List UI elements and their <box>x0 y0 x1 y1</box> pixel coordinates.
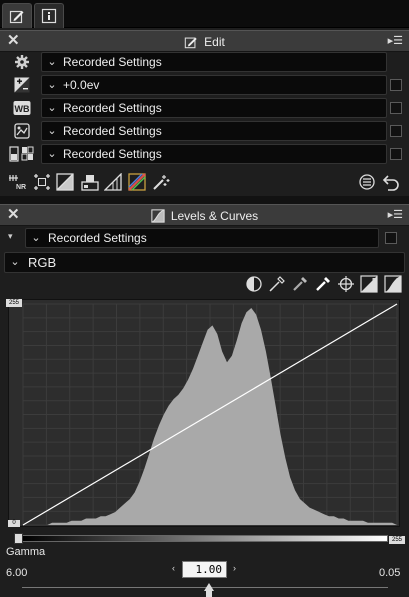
auto-lighting-value: Recorded Settings <box>63 147 162 161</box>
picture-style-value: Recorded Settings <box>63 124 162 138</box>
levels-preset-row: ▾ ⌄ Recorded Settings <box>0 227 409 249</box>
setting-row-white-balance: WB ⌄ Recorded Settings <box>0 97 409 119</box>
gamma-increase-arrow[interactable]: › <box>233 563 236 573</box>
gamma-slider-thumb-base[interactable] <box>206 591 212 597</box>
target-icon[interactable] <box>336 274 356 294</box>
gamma-min-label: 6.00 <box>6 567 28 579</box>
curve-reset-r2-icon[interactable]: R <box>383 274 403 294</box>
curve-tools-row: R R <box>0 273 409 295</box>
auto-lighting-checkbox[interactable] <box>390 148 402 160</box>
edit-tools-row: NR <box>0 170 409 194</box>
white-balance-checkbox[interactable] <box>390 102 402 114</box>
output-gradient-bar <box>22 535 388 542</box>
edit-panel-header: ✕ Edit ▸☰ <box>0 30 409 52</box>
reset-icon[interactable] <box>357 172 377 192</box>
picture-style-icon <box>13 122 31 140</box>
exposure-icon <box>13 76 31 94</box>
min-level-badge: 0 <box>8 520 20 527</box>
setting-row-auto-lighting: ⌄ Recorded Settings <box>0 143 409 165</box>
noise-reduction-icon[interactable]: NR <box>8 172 28 192</box>
crop-icon[interactable] <box>32 172 52 192</box>
gamma-slider-thumb[interactable] <box>204 583 214 591</box>
tone-curve-icon[interactable] <box>55 172 75 192</box>
reset-r2-label: R <box>396 277 402 286</box>
tab-strip <box>0 0 409 28</box>
channel-row: ⌄ RGB <box>0 251 409 273</box>
channel-dropdown[interactable] <box>4 252 405 273</box>
lens-correction-icon[interactable] <box>103 172 123 192</box>
wb-icon: WB <box>13 99 31 117</box>
undo-icon[interactable] <box>381 172 401 192</box>
black-point-handle[interactable] <box>14 533 23 544</box>
chevron-down-icon[interactable]: ⌄ <box>45 75 59 95</box>
chevron-down-icon[interactable]: ⌄ <box>45 52 59 72</box>
levels-panel-title: Levels & Curves <box>170 209 259 223</box>
picture-style-checkbox[interactable] <box>390 125 402 137</box>
tone-curve-graph[interactable] <box>8 299 400 527</box>
chevron-down-icon[interactable]: ⌄ <box>29 228 43 248</box>
dust-delete-icon[interactable] <box>151 172 171 192</box>
stamp-icon[interactable] <box>80 172 100 192</box>
nr-label: NR <box>16 184 26 191</box>
max-level-badge: 255 <box>6 299 22 307</box>
setting-row-general: ⌄ Recorded Settings <box>0 51 409 73</box>
black-eyedropper-icon[interactable] <box>267 274 287 294</box>
gray-eyedropper-icon[interactable] <box>290 274 310 294</box>
white-level-badge[interactable]: 255 <box>389 536 405 544</box>
white-eyedropper-icon[interactable] <box>313 274 333 294</box>
contrast-icon[interactable] <box>244 274 264 294</box>
setting-row-exposure: ⌄ +0.0ev <box>0 74 409 96</box>
chevron-down-icon[interactable]: ⌄ <box>45 121 59 141</box>
gamma-label: Gamma <box>6 546 46 558</box>
channel-value: RGB <box>28 255 57 270</box>
info-icon <box>41 8 57 24</box>
chevron-down-icon[interactable]: ⌄ <box>45 144 59 164</box>
tone-curve-icon <box>151 209 165 223</box>
panel-separator <box>0 196 409 204</box>
tab-info[interactable] <box>34 3 64 28</box>
chevron-down-icon[interactable]: ⌄ <box>45 98 59 118</box>
gamma-decrease-arrow[interactable]: ‹ <box>172 563 175 573</box>
reset-r-label: R <box>372 277 378 286</box>
curve-reset-r-icon[interactable]: R <box>359 274 379 294</box>
levels-panel-header: ✕ Levels & Curves ▸☰ <box>0 204 409 226</box>
panel-menu-icon[interactable]: ▸☰ <box>388 208 403 221</box>
collapse-arrow-icon[interactable]: ▾ <box>8 231 13 242</box>
panel-menu-icon[interactable]: ▸☰ <box>388 34 403 47</box>
levels-checkbox[interactable] <box>385 232 397 244</box>
chevron-down-icon[interactable]: ⌄ <box>8 252 22 272</box>
exposure-checkbox[interactable] <box>390 79 402 91</box>
edit-panel-title: Edit <box>204 35 225 49</box>
gamma-max-label: 0.05 <box>379 567 401 579</box>
auto-lighting-icon <box>9 145 35 163</box>
edit-pencil-icon <box>184 37 197 49</box>
wb-label: WB <box>15 104 30 114</box>
setting-row-picture-style: ⌄ Recorded Settings <box>0 120 409 142</box>
gear-icon <box>13 53 31 71</box>
tab-edit[interactable] <box>2 3 32 28</box>
color-adjust-icon[interactable] <box>127 172 147 192</box>
gamma-input[interactable]: 1.00 <box>182 561 227 578</box>
exposure-value: +0.0ev <box>63 78 100 92</box>
white-balance-value: Recorded Settings <box>63 101 162 115</box>
edit-pencil-icon <box>9 10 24 24</box>
general-settings-value: Recorded Settings <box>63 55 162 69</box>
levels-preset-value: Recorded Settings <box>48 231 147 245</box>
tone-curve-plot[interactable] <box>9 300 401 528</box>
